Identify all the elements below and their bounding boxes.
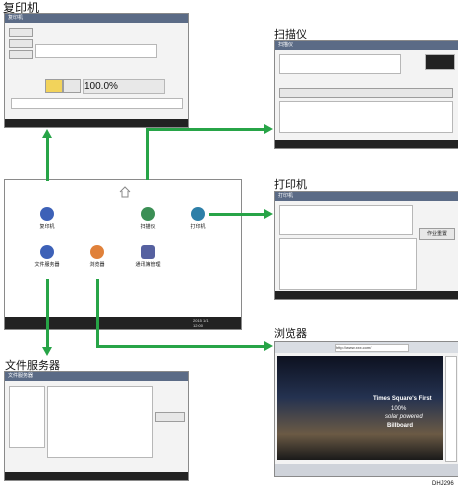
browser-label: 浏览器 xyxy=(274,328,307,340)
arrow-to-document-server-head xyxy=(42,347,52,356)
scanner-address-grid[interactable] xyxy=(279,101,453,133)
browser-app[interactable]: 浏览器 xyxy=(76,245,118,268)
browser-headline: Times Square's First xyxy=(373,396,432,402)
scanner-screen: 扫描仪 xyxy=(274,40,458,149)
home-icon[interactable] xyxy=(119,186,131,198)
printer-job-list xyxy=(279,238,417,290)
arrow-to-copier-head xyxy=(42,129,52,138)
browser-billboard: Billboard xyxy=(387,423,414,429)
printer-icon xyxy=(191,207,205,221)
document-server-app[interactable]: 文件服务器 xyxy=(26,245,68,268)
document-server-icon xyxy=(40,245,54,259)
printer-footer xyxy=(275,291,458,299)
copier-ratio-display: 100.0% xyxy=(83,79,165,94)
scanner-icon xyxy=(141,207,155,221)
browser-screen: http://www.xxx.com/ Times Square's First… xyxy=(274,341,458,477)
scanner-counter xyxy=(425,54,455,70)
copier-title-bar: 复印机 xyxy=(5,14,188,23)
figure-code: DHJ296 xyxy=(432,481,454,487)
docserver-footer xyxy=(5,472,188,480)
copier-button-3[interactable] xyxy=(9,50,33,59)
printer-status-panel xyxy=(279,205,413,235)
address-book-icon xyxy=(141,245,155,259)
home-footer: 2015 1/1 12:00 xyxy=(5,317,241,329)
docserver-folder-panel xyxy=(9,386,45,448)
scanner-destination-panel xyxy=(279,54,401,74)
printer-label: 打印机 xyxy=(274,179,307,191)
printer-title-bar: 打印机 xyxy=(275,192,458,201)
docserver-title: 文件服务器 xyxy=(8,373,34,379)
arrow-to-browser-vertical xyxy=(96,279,99,347)
printer-title: 打印机 xyxy=(278,193,294,199)
copier-app[interactable]: 复印机 xyxy=(26,207,68,230)
copier-button-1[interactable] xyxy=(9,28,33,37)
scanner-tab-row[interactable] xyxy=(279,88,453,98)
arrow-to-scanner-horizontal xyxy=(146,128,266,131)
scanner-title: 扫描仪 xyxy=(278,42,294,48)
docserver-file-list[interactable] xyxy=(47,386,153,458)
browser-bottom-bar xyxy=(275,464,458,476)
scanner-footer xyxy=(275,140,458,148)
home-screen: 复印机 扫描仪 打印机 文件服务器 浏览器 通讯簿管理 2015 1/1 12:… xyxy=(4,179,242,330)
browser-page-image xyxy=(277,356,443,460)
browser-side-panel[interactable] xyxy=(445,356,457,462)
copier-button-2[interactable] xyxy=(9,39,33,48)
scanner-app[interactable]: 扫描仪 xyxy=(127,207,169,230)
scanner-title-bar: 扫描仪 xyxy=(275,41,458,50)
copier-title: 复印机 xyxy=(8,15,24,21)
copier-reduce-button[interactable] xyxy=(45,79,63,93)
arrow-to-document-server-shaft xyxy=(46,279,49,349)
document-server-screen: 文件服务器 xyxy=(4,371,189,481)
copier-enlarge-button[interactable] xyxy=(63,79,81,93)
home-status: 12:00 xyxy=(193,323,204,328)
arrow-to-printer-shaft xyxy=(209,213,266,216)
copier-paper-tray-row[interactable] xyxy=(35,44,157,58)
arrow-to-printer-head xyxy=(264,209,273,219)
copier-footer xyxy=(5,119,188,127)
browser-icon xyxy=(90,245,104,259)
arrow-to-browser-horizontal xyxy=(96,345,266,348)
arrow-to-browser-head xyxy=(264,341,273,351)
browser-solar: solar powered xyxy=(385,414,423,420)
printer-screen: 打印机 作业重置 xyxy=(274,191,458,300)
arrow-to-scanner-head xyxy=(264,124,273,134)
copier-option-row[interactable] xyxy=(11,98,183,109)
copier-screen: 复印机 100.0% xyxy=(4,13,189,128)
browser-percent: 100% xyxy=(391,406,407,412)
address-book-app[interactable]: 通讯簿管理 xyxy=(127,245,169,268)
copier-icon xyxy=(40,207,54,221)
printer-job-reset-button[interactable]: 作业重置 xyxy=(419,228,455,240)
printer-app[interactable]: 打印机 xyxy=(177,207,219,230)
docserver-print-button[interactable] xyxy=(155,412,185,422)
arrow-to-copier-shaft xyxy=(46,137,49,181)
browser-url-field[interactable]: http://www.xxx.com/ xyxy=(335,344,409,352)
docserver-title-bar: 文件服务器 xyxy=(5,372,188,381)
arrow-to-scanner-vertical xyxy=(146,128,149,180)
